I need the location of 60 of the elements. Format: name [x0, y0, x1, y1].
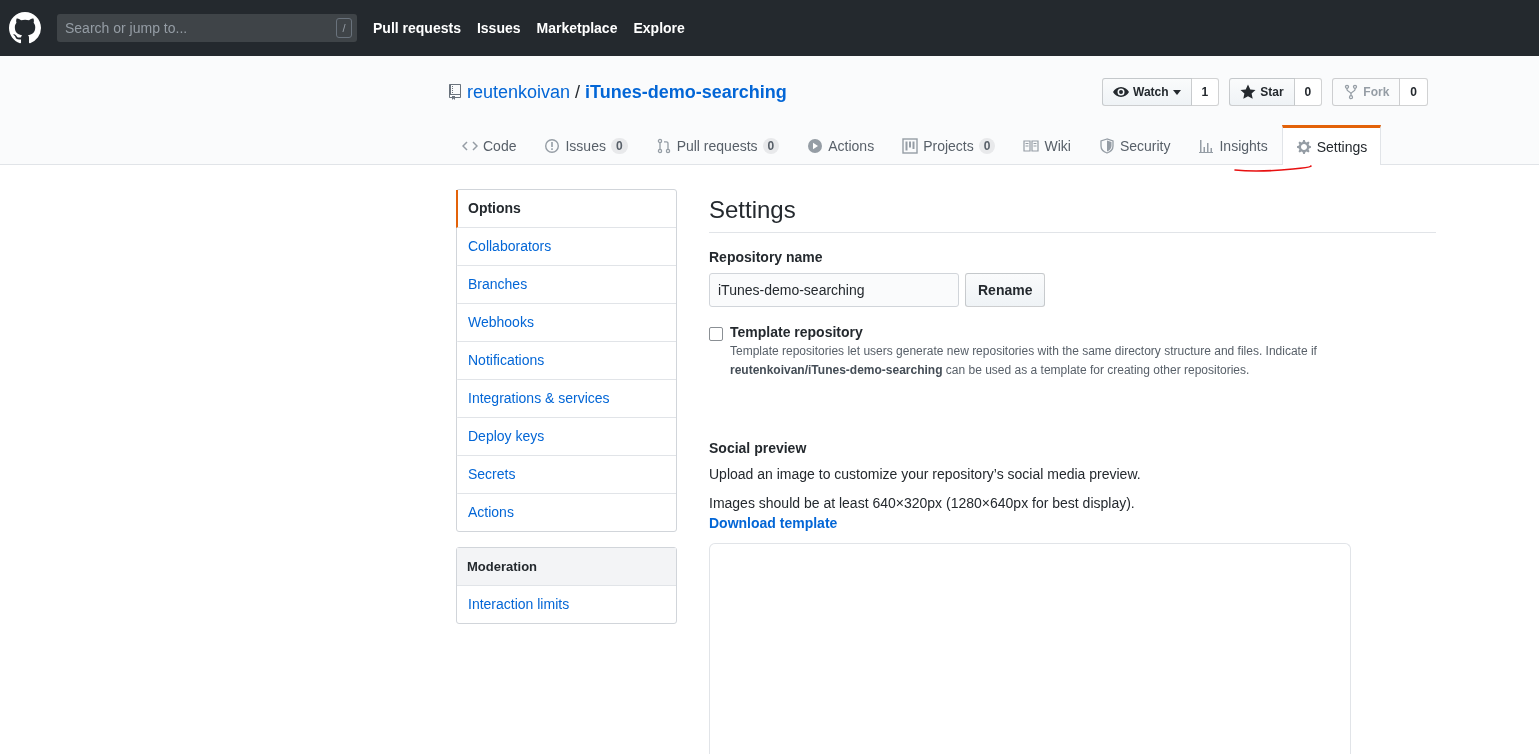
shortcut-key: /	[336, 18, 352, 38]
nav-link[interactable]: Issues	[476, 20, 521, 36]
caret-icon	[1172, 88, 1181, 96]
tab-counter: 0	[762, 138, 780, 154]
count-link[interactable]: 1	[1191, 78, 1220, 106]
checkbox-label: Template repository	[730, 324, 864, 340]
github-logo-icon	[9, 12, 41, 44]
menu-item[interactable]: Collaborators	[456, 228, 676, 266]
menu-heading: Moderation	[457, 548, 676, 586]
bar-chart-icon	[1198, 138, 1215, 154]
repo-tab[interactable]: Issues 0	[530, 125, 642, 164]
menu-item[interactable]: Notifications	[456, 342, 676, 380]
pull-request-icon	[655, 138, 672, 154]
fork-icon	[1343, 84, 1360, 100]
repo-tab[interactable]: Projects 0	[888, 125, 1010, 164]
menu-item[interactable]: Secrets	[456, 456, 676, 494]
template-description: Template repositories let users generate new repositories with the same directory structure and files. Indicate if reutenkoivan/iTunes-demo-searching can be used as a template for creating other repositories.	[730, 343, 1318, 379]
repo-tab[interactable]: Insights	[1184, 125, 1282, 164]
section-description: Upload an image to customize your repository’s social media preview.	[709, 466, 1142, 482]
repo-tab[interactable]: Code	[448, 125, 531, 164]
count-link[interactable]: 0	[1294, 78, 1323, 106]
repository-icon	[448, 84, 462, 100]
nav-link[interactable]: Marketplace	[536, 20, 618, 36]
eye-icon	[1113, 84, 1129, 100]
project-board-icon	[902, 138, 919, 154]
nav-link[interactable]: Pull requests	[373, 20, 461, 36]
field-label: Repository name	[709, 249, 824, 265]
section-heading: Social preview	[709, 440, 808, 456]
menu-item[interactable]: Webhooks	[456, 304, 676, 342]
menu-item[interactable]: Branches	[456, 266, 676, 304]
repo-tab[interactable]: Pull requests 0	[641, 125, 794, 164]
page-title: Settings	[709, 189, 1436, 233]
repo-action-button[interactable]: Watch	[1102, 78, 1192, 106]
download-template-link[interactable]: Download template	[709, 515, 838, 531]
repo-tab[interactable]: Actions	[793, 125, 889, 164]
nav-link[interactable]: Explore	[633, 20, 685, 36]
shield-icon	[1098, 138, 1115, 154]
tab-counter: 0	[610, 138, 628, 154]
repo-action-button[interactable]: Star	[1229, 78, 1295, 106]
menu-item[interactable]: Actions	[456, 494, 676, 531]
image-size-hint: Images should be at least 640×320px (1280×640px for best display).	[709, 495, 1136, 511]
template-checkbox[interactable]	[709, 327, 723, 341]
menu-item[interactable]: Interaction limits	[456, 586, 676, 623]
play-icon	[807, 138, 824, 154]
repository-name-field[interactable]: iTunes-demo-searching	[709, 273, 959, 307]
book-icon	[1023, 138, 1040, 154]
star-icon	[1240, 84, 1257, 100]
path-separator: /	[575, 81, 581, 103]
repo-tab[interactable]: Settings	[1281, 125, 1382, 165]
repo-tab[interactable]: Security	[1084, 125, 1185, 164]
rename-button[interactable]: Rename	[965, 273, 1046, 307]
menu-item[interactable]: Integrations & services	[456, 380, 676, 418]
repo-owner-link[interactable]: reutenkoivan	[467, 81, 571, 103]
repo-tab[interactable]: Wiki	[1009, 125, 1085, 164]
tab-counter: 0	[978, 138, 996, 154]
menu-item[interactable]: Deploy keys	[456, 418, 676, 456]
menu-item[interactable]: Options	[456, 190, 676, 228]
issue-icon	[544, 138, 561, 154]
gear-icon	[1295, 138, 1312, 155]
repo-name-link[interactable]: iTunes-demo-searching	[585, 81, 787, 103]
